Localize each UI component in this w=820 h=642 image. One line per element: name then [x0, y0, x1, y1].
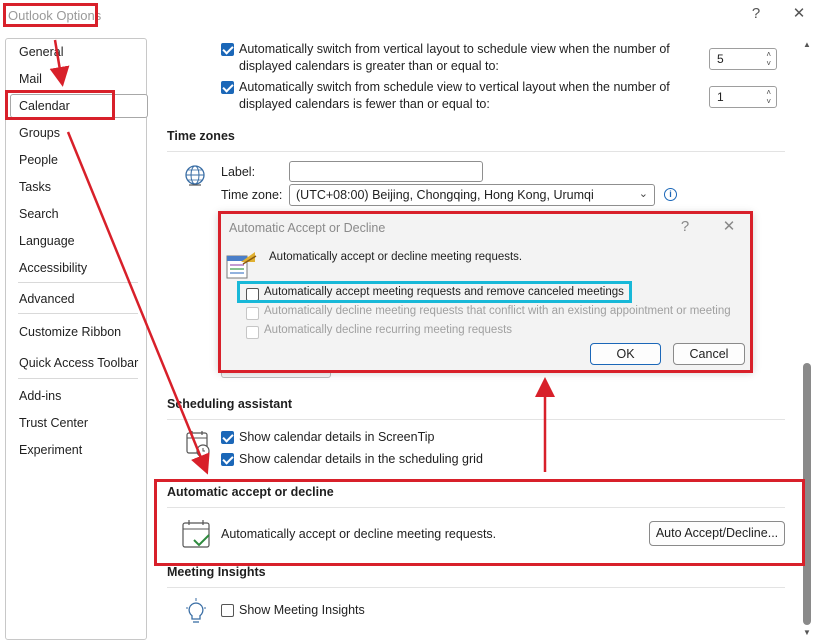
arrow-calendar-to-section: [66, 131, 210, 475]
annotation-arrows: [49, 39, 555, 475]
arrow-title-to-calendar: [49, 39, 70, 87]
